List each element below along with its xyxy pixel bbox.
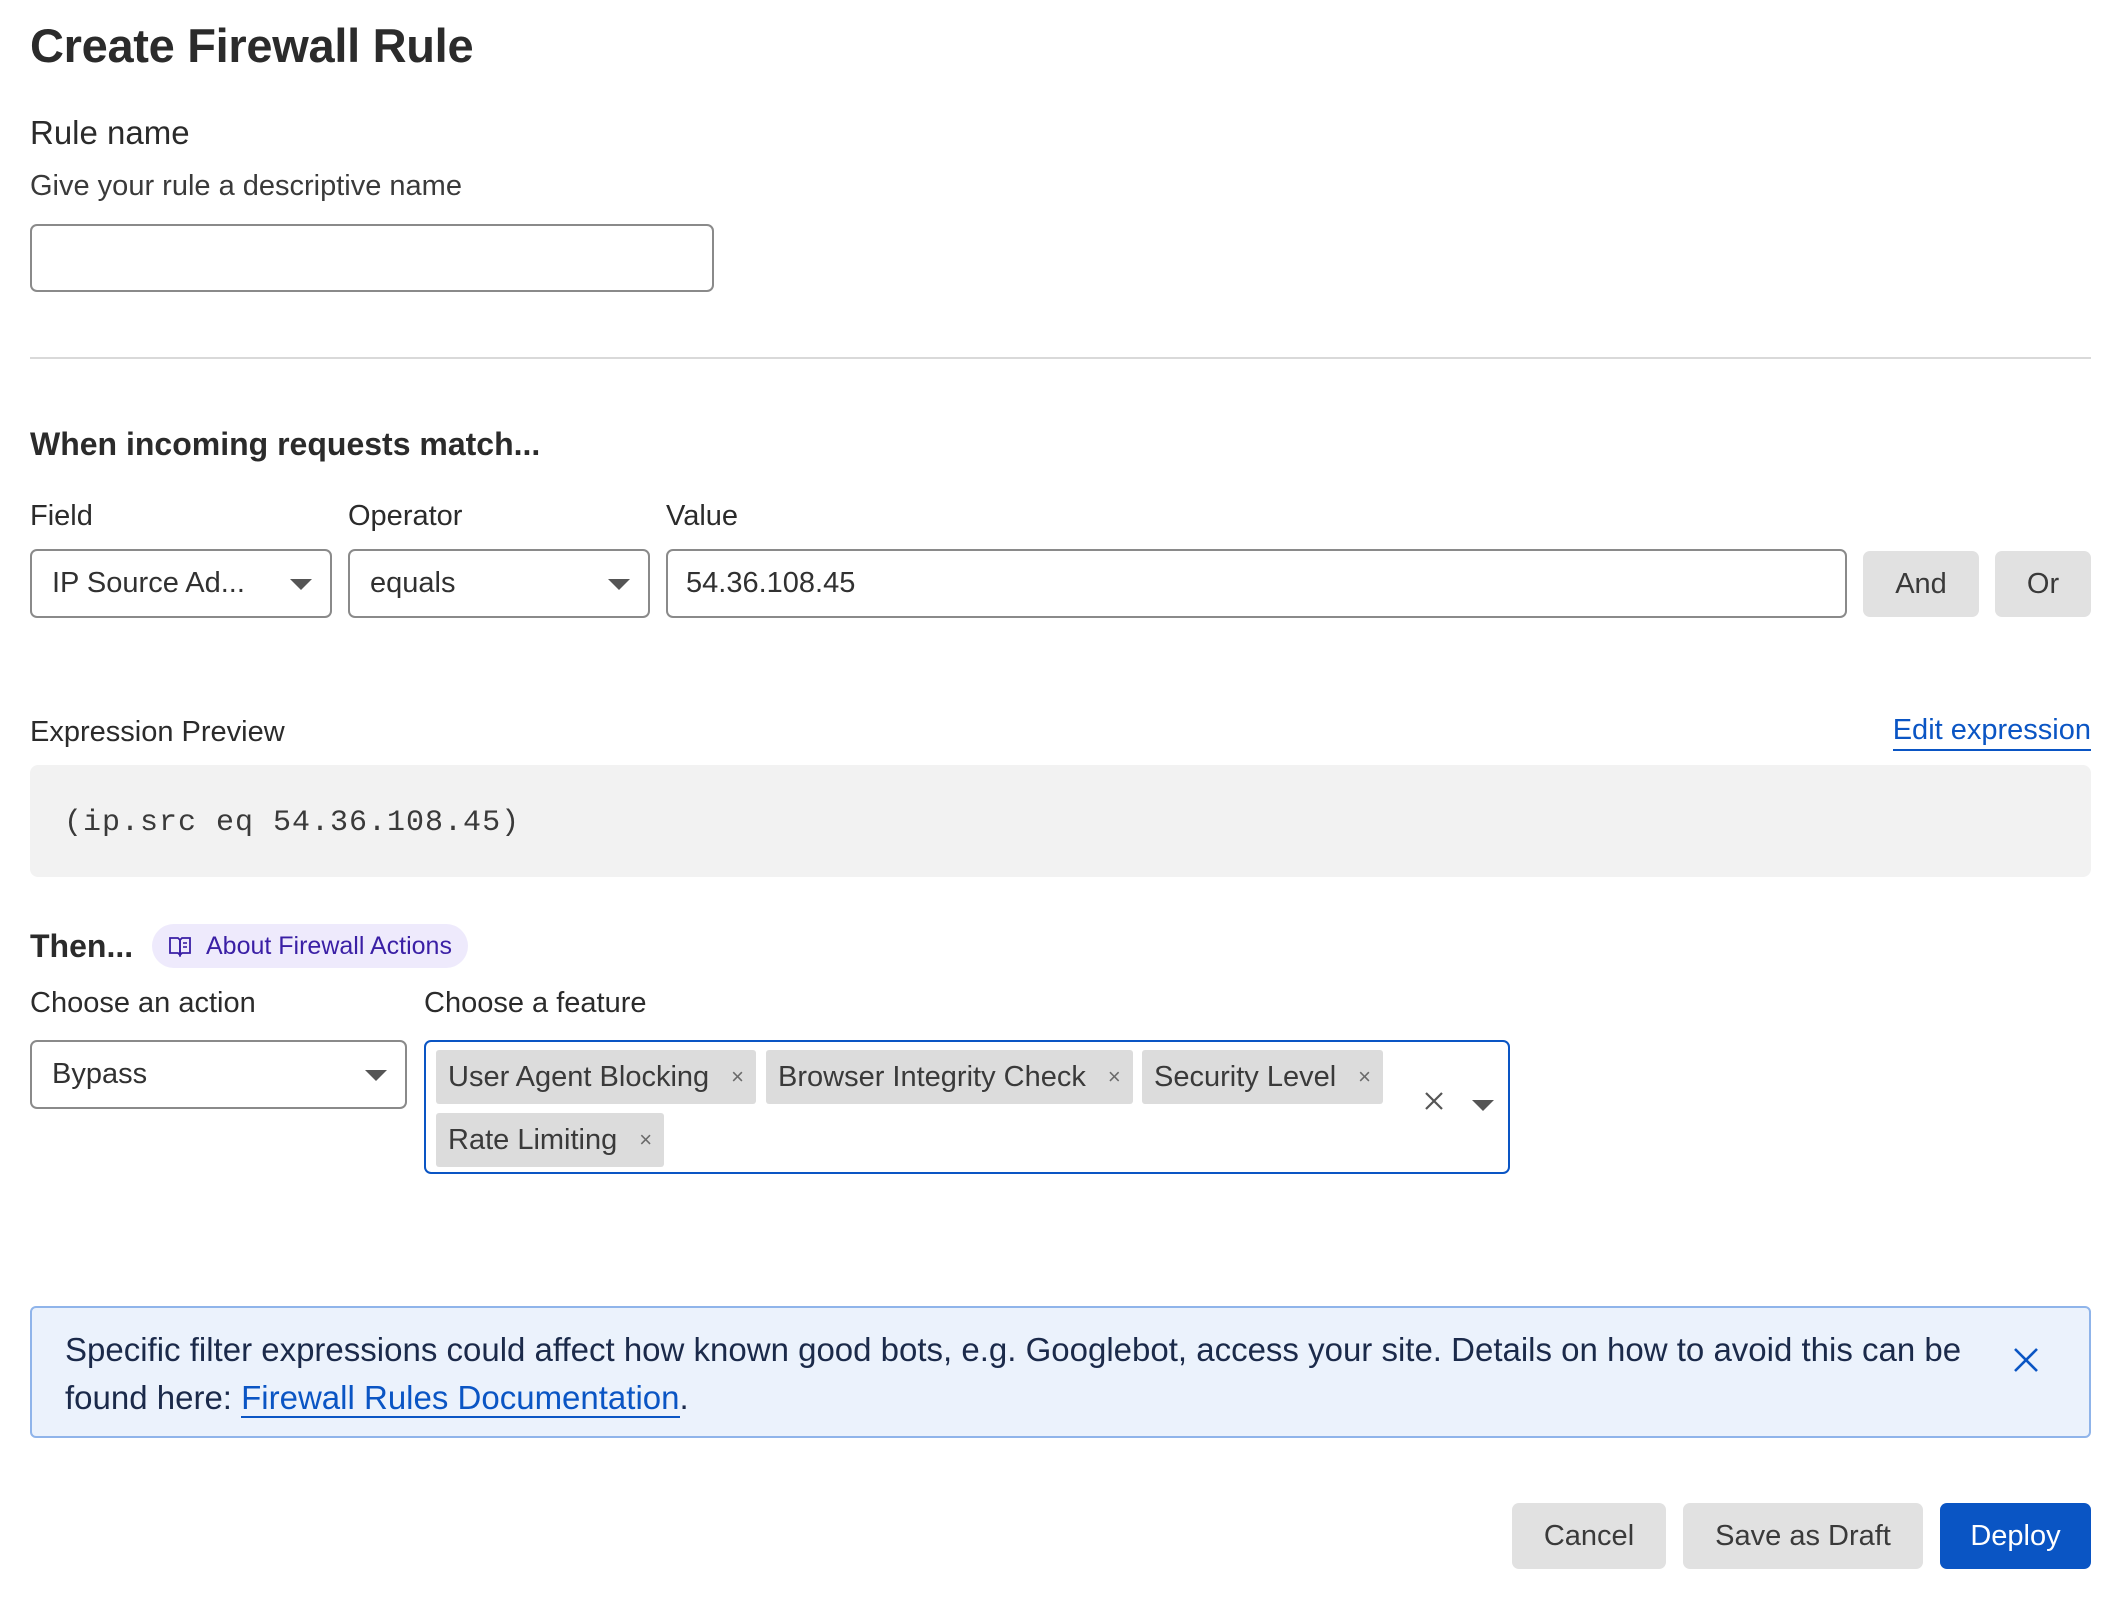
about-firewall-actions-label: About Firewall Actions	[206, 931, 452, 960]
feature-tag-label: User Agent Blocking	[448, 1060, 710, 1093]
feature-multiselect[interactable]: User Agent Blocking × Browser Integrity …	[424, 1040, 1510, 1174]
caret-down-icon	[290, 579, 312, 590]
notice-text-end: .	[679, 1379, 689, 1416]
rule-name-input[interactable]	[30, 224, 714, 292]
page-title: Create Firewall Rule	[30, 19, 474, 72]
section-divider	[30, 357, 2091, 359]
save-as-draft-button[interactable]: Save as Draft	[1683, 1503, 1923, 1569]
expression-preview-code: (ip.src eq 54.36.108.45)	[64, 806, 521, 840]
good-bots-notice: Specific filter expressions could affect…	[30, 1306, 2091, 1438]
feature-tag-label: Browser Integrity Check	[778, 1060, 1086, 1093]
firewall-rules-docs-link[interactable]: Firewall Rules Documentation	[241, 1379, 680, 1418]
feature-tag: Security Level ×	[1142, 1050, 1384, 1104]
feature-tag-label: Security Level	[1154, 1060, 1337, 1093]
operator-select[interactable]: equals	[348, 549, 650, 618]
notice-text: Specific filter expressions could affect…	[65, 1326, 1965, 1422]
feature-tag: Browser Integrity Check ×	[766, 1050, 1133, 1104]
feature-tag: User Agent Blocking ×	[436, 1050, 757, 1104]
rule-name-label: Rule name	[30, 114, 190, 151]
action-select[interactable]: Bypass	[30, 1040, 407, 1109]
tag-remove-icon[interactable]: ×	[1108, 1064, 1121, 1090]
action-label: Choose an action	[30, 987, 256, 1019]
match-heading: When incoming requests match...	[30, 426, 541, 462]
tag-remove-icon[interactable]: ×	[731, 1064, 744, 1090]
field-label: Field	[30, 500, 93, 532]
create-firewall-rule-page: Create Firewall Rule Rule name Give your…	[0, 0, 2124, 1610]
rule-name-help: Give your rule a descriptive name	[30, 170, 462, 202]
operator-label: Operator	[348, 500, 463, 532]
clear-icon[interactable]	[1420, 1087, 1448, 1115]
field-select-value: IP Source Ad...	[52, 567, 245, 599]
field-select[interactable]: IP Source Ad...	[30, 549, 332, 618]
caret-down-icon[interactable]	[1472, 1100, 1494, 1111]
feature-label: Choose a feature	[424, 987, 647, 1019]
deploy-button[interactable]: Deploy	[1940, 1503, 2091, 1569]
feature-tag: Rate Limiting ×	[436, 1113, 665, 1167]
feature-tag-label: Rate Limiting	[448, 1123, 618, 1156]
then-label: Then...	[30, 928, 134, 964]
operator-select-value: equals	[370, 567, 456, 599]
value-label: Value	[666, 500, 739, 532]
value-input[interactable]	[666, 549, 1847, 618]
caret-down-icon	[608, 579, 630, 590]
caret-down-icon	[365, 1070, 387, 1081]
action-select-value: Bypass	[52, 1058, 148, 1090]
or-button[interactable]: Or	[1995, 551, 2091, 617]
expression-preview-label: Expression Preview	[30, 716, 285, 748]
cancel-button[interactable]: Cancel	[1512, 1503, 1666, 1569]
tag-remove-icon[interactable]: ×	[639, 1127, 652, 1153]
close-icon[interactable]	[2011, 1345, 2041, 1375]
and-button[interactable]: And	[1863, 551, 1979, 617]
edit-expression-link[interactable]: Edit expression	[1892, 714, 2091, 751]
tag-remove-icon[interactable]: ×	[1358, 1064, 1371, 1090]
about-firewall-actions-link[interactable]: About Firewall Actions	[152, 924, 468, 968]
book-icon	[168, 935, 192, 957]
